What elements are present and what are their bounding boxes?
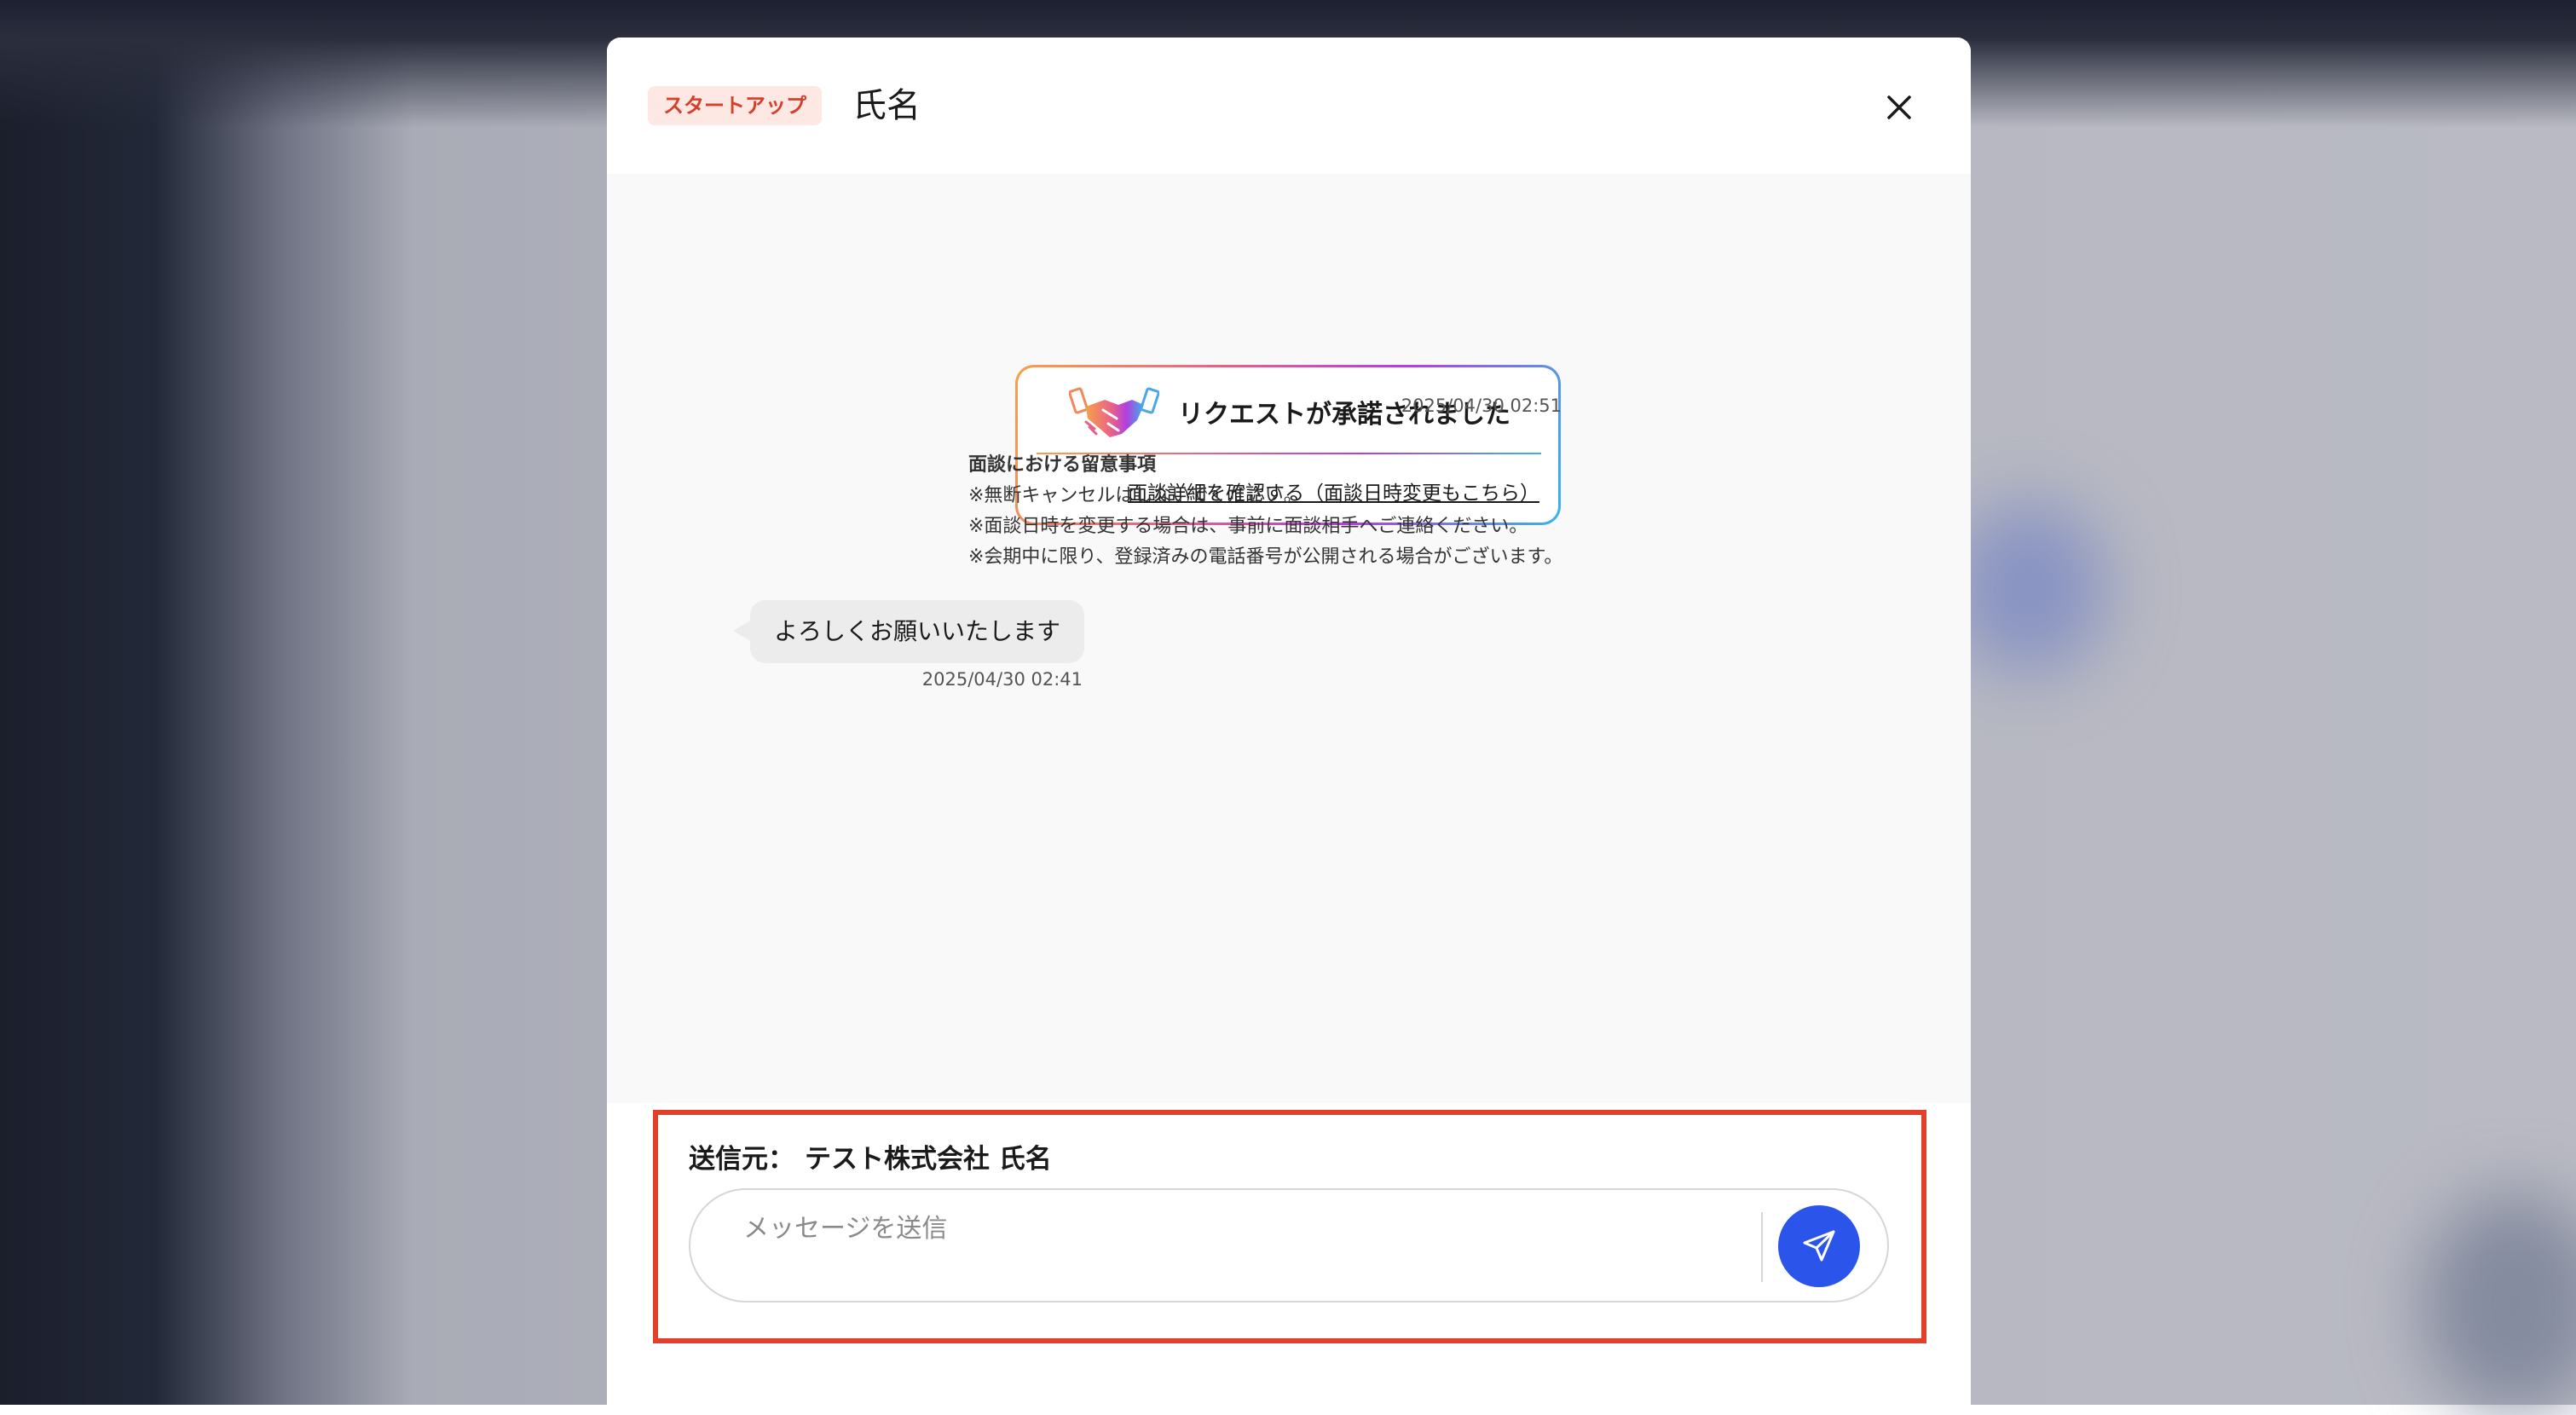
- meeting-notes-title: 面談における留意事項: [968, 454, 1157, 476]
- meeting-notes: 面談における留意事項 ※無断キャンセルはしないでください。 ※面談日時を変更する…: [968, 450, 1562, 573]
- message-timestamp: 2025/04/30 02:41: [921, 669, 1083, 690]
- message-text: よろしくお願いいたします: [773, 617, 1060, 645]
- message-input[interactable]: [742, 1205, 1717, 1285]
- send-icon: [1803, 1230, 1835, 1262]
- close-icon: [1887, 95, 1911, 119]
- handshake-icon: [1069, 387, 1159, 437]
- message-bubble: よろしくお願いいたします: [750, 600, 1084, 663]
- close-button[interactable]: [1877, 85, 1921, 130]
- modal-header: スタートアップ 氏名: [607, 38, 1971, 174]
- meeting-note-item: ※面談日時を変更する場合は、事前に面談相手へご連絡ください。: [968, 516, 1528, 537]
- message-input-container: [689, 1188, 1889, 1302]
- input-divider: [1761, 1212, 1763, 1282]
- message-timestamp: 2025/04/30 02:51: [1401, 396, 1562, 416]
- backdrop-blob: [1952, 503, 2105, 673]
- role-badge: スタートアップ: [648, 86, 822, 125]
- sender-label: 送信元：: [689, 1144, 794, 1175]
- modal-title: 氏名: [852, 86, 921, 125]
- meeting-note-item: ※会期中に限り、登録済みの電話番号が公開される場合がございます。: [968, 546, 1563, 568]
- chat-modal: スタートアップ 氏名 リクエストが承諾されました 面談詳細を確認する（面談日時変…: [607, 38, 1971, 1405]
- send-button[interactable]: [1778, 1205, 1860, 1287]
- sender-name: テスト株式会社 氏名: [805, 1144, 1052, 1175]
- meeting-note-item: ※無断キャンセルはしないでください。: [968, 485, 1302, 506]
- sender-line: 送信元： テスト株式会社 氏名: [689, 1137, 1052, 1175]
